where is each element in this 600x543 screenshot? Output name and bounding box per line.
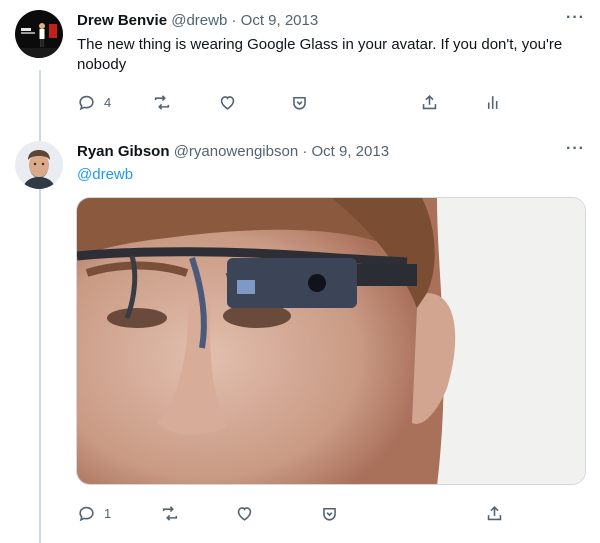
tweet-text: @drewb — [77, 165, 133, 185]
header-separator: · — [231, 12, 237, 29]
author-name[interactable]: Ryan Gibson — [77, 143, 170, 160]
tweet-header: Drew Benvie @drewb · Oct 9, 2013 — [77, 11, 318, 31]
reply-count: 4 — [104, 95, 112, 110]
reply-count: 1 — [104, 506, 112, 521]
reply-button[interactable]: 1 — [77, 504, 111, 523]
avatar-drew-benvie[interactable] — [15, 10, 63, 58]
share-icon — [420, 93, 439, 112]
reply-icon — [77, 504, 96, 523]
share-dropdown-button[interactable] — [320, 504, 339, 523]
share-dropdown-icon — [290, 93, 309, 112]
share-button[interactable] — [485, 504, 504, 523]
share-icon — [485, 504, 504, 523]
share-button[interactable] — [420, 93, 439, 112]
analytics-button[interactable] — [484, 93, 503, 112]
like-icon — [218, 93, 237, 112]
reply-icon — [77, 93, 96, 112]
tweet-date[interactable]: Oct 9, 2013 — [312, 143, 390, 160]
retweet-button[interactable] — [160, 504, 180, 523]
retweet-icon — [160, 504, 180, 523]
author-handle[interactable]: @drewb — [171, 12, 227, 29]
like-icon — [235, 504, 254, 523]
retweet-button[interactable] — [152, 93, 172, 112]
tweet-actions: 1 — [77, 504, 587, 526]
share-dropdown-icon — [320, 504, 339, 523]
google-glass-photo — [77, 198, 585, 484]
tweet-text: The new thing is wearing Google Glass in… — [77, 36, 563, 73]
more-icon[interactable]: ··· — [566, 9, 585, 27]
analytics-icon — [484, 93, 503, 112]
tweet-header: Ryan Gibson @ryanowengibson · Oct 9, 201… — [77, 142, 389, 162]
mention-link[interactable]: @drewb — [77, 166, 133, 183]
tweet-actions: 4 — [77, 93, 587, 115]
author-name[interactable]: Drew Benvie — [77, 12, 167, 29]
more-icon[interactable]: ··· — [566, 140, 585, 158]
tweet-media-image[interactable] — [76, 197, 586, 485]
like-button[interactable] — [218, 93, 237, 112]
author-handle[interactable]: @ryanowengibson — [174, 143, 298, 160]
share-dropdown-button[interactable] — [290, 93, 309, 112]
header-separator: · — [302, 143, 308, 160]
retweet-icon — [152, 93, 172, 112]
like-button[interactable] — [235, 504, 254, 523]
reply-button[interactable]: 4 — [77, 93, 111, 112]
tweet-date[interactable]: Oct 9, 2013 — [241, 12, 319, 29]
avatar-ryan-gibson[interactable] — [15, 141, 63, 189]
